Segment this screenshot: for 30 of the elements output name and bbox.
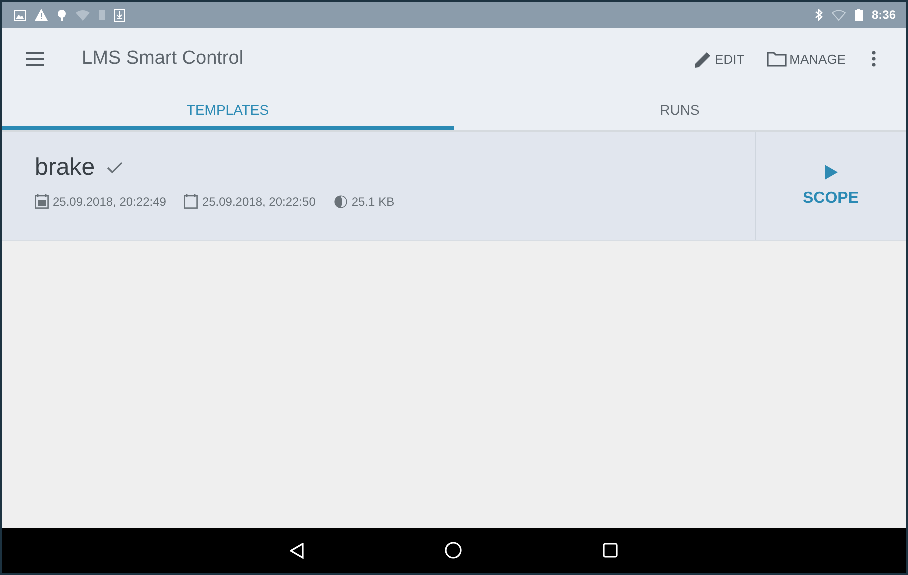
app-title: LMS Smart Control bbox=[82, 48, 244, 70]
back-icon bbox=[290, 542, 304, 558]
battery-icon bbox=[854, 9, 863, 21]
folder-icon bbox=[766, 52, 787, 66]
manage-button[interactable]: MANAGE bbox=[766, 52, 846, 66]
warning-icon bbox=[35, 9, 48, 21]
template-name: brake bbox=[35, 154, 96, 182]
calendar-icon bbox=[184, 194, 198, 209]
template-card[interactable]: brake 25.09.2018, 20:22:49 25.09.2018, 20:22:50 25.1 KB SCOPE bbox=[2, 132, 906, 241]
play-icon bbox=[824, 164, 838, 180]
pencil-icon bbox=[695, 50, 712, 68]
recents-icon bbox=[603, 543, 618, 558]
download-icon bbox=[114, 8, 125, 22]
home-icon bbox=[445, 542, 462, 559]
modified-date: 25.09.2018, 20:22:50 bbox=[202, 194, 316, 208]
image-icon bbox=[14, 10, 26, 20]
battery-icon bbox=[99, 10, 105, 20]
wifi-icon bbox=[76, 10, 90, 20]
more-icon bbox=[872, 51, 876, 67]
tab[interactable]: RUNS bbox=[454, 90, 906, 130]
calendar-icon bbox=[35, 194, 49, 209]
clock: 8:36 bbox=[872, 8, 896, 22]
edit-button[interactable]: EDIT bbox=[695, 50, 745, 68]
pie-icon bbox=[334, 194, 348, 208]
created-date: 25.09.2018, 20:22:49 bbox=[53, 194, 166, 208]
scope-button[interactable]: SCOPE bbox=[756, 132, 906, 240]
menu-icon bbox=[26, 52, 44, 66]
bluetooth-icon bbox=[814, 9, 823, 21]
file-size: 25.1 KB bbox=[352, 194, 395, 208]
wifi-icon bbox=[832, 10, 846, 20]
